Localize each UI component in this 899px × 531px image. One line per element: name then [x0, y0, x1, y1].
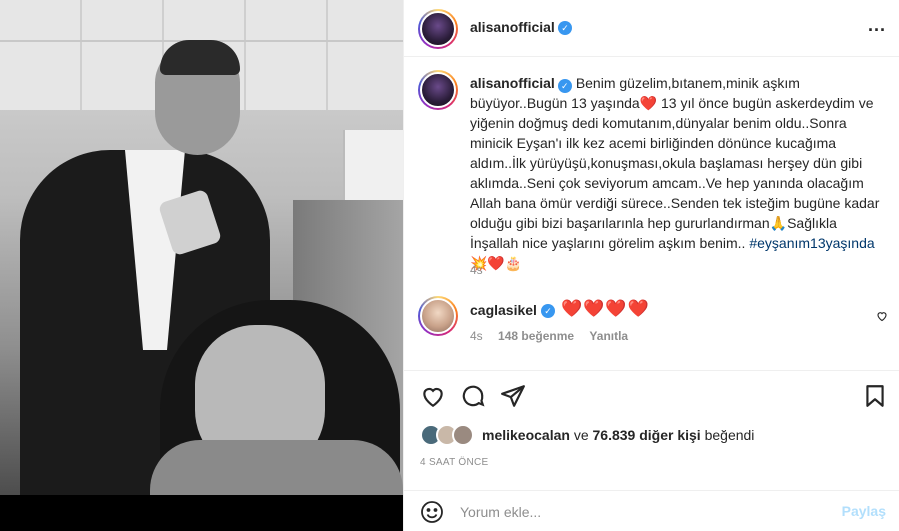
- photo-girl-shoulder: [150, 440, 403, 495]
- paper-plane-icon[interactable]: [500, 383, 526, 409]
- caption-text-part2: 13 yıl önce bugün askerdeydim ve yiğenin…: [470, 95, 880, 231]
- photo-scene: [0, 0, 403, 495]
- author-username[interactable]: alisanofficial: [470, 19, 555, 35]
- caption-time: 4s: [470, 263, 483, 277]
- verified-badge-icon: ✓: [558, 21, 572, 35]
- post-photo[interactable]: [0, 0, 403, 531]
- comment-like-heart-icon[interactable]: [876, 310, 888, 322]
- liker-avatars: [420, 424, 478, 446]
- likes-suffix: beğendi: [700, 427, 755, 443]
- first-liker-username[interactable]: melikeocalan: [482, 427, 570, 443]
- caption-pray-emoji: 🙏: [769, 215, 788, 231]
- likes-summary: melikeocalan ve 76.839 diğer kişi beğend…: [404, 420, 899, 450]
- smiley-icon[interactable]: [420, 500, 444, 524]
- post-timestamp[interactable]: 4 SAAT ÖNCE: [420, 457, 489, 468]
- comment-time: 4s: [470, 329, 483, 343]
- post-comment-button[interactable]: Paylaş: [842, 503, 886, 519]
- comment-meta: 4s 148 beğenme Yanıtla: [470, 329, 640, 343]
- comment-text: ❤️❤️❤️❤️: [561, 299, 650, 318]
- comment-row: caglasikel ✓ ❤️❤️❤️❤️ 4s 148 beğenme Yan…: [404, 290, 899, 350]
- caption-heart-emoji: ❤️: [639, 95, 658, 111]
- likes-count[interactable]: 76.839 diğer kişi: [593, 427, 701, 443]
- likes-text: melikeocalan ve 76.839 diğer kişi beğend…: [482, 427, 754, 443]
- comment-input[interactable]: [460, 500, 820, 524]
- likes-connector: ve: [569, 427, 593, 443]
- commenter-username[interactable]: caglasikel: [470, 302, 537, 318]
- verified-badge-icon: ✓: [541, 304, 555, 318]
- add-comment-bar: Paylaş: [404, 490, 899, 531]
- heart-outline-icon[interactable]: [420, 383, 446, 409]
- verified-badge-icon: ✓: [557, 79, 572, 93]
- author-avatar[interactable]: [418, 9, 458, 49]
- commenter-avatar[interactable]: [418, 296, 458, 336]
- caption-hashtag[interactable]: #eyşanım13yaşında: [749, 235, 874, 251]
- caption-author-avatar[interactable]: [418, 70, 458, 110]
- photo-air-conditioner: [343, 130, 403, 200]
- post-side-panel: alisanofficial ✓ ... alisanofficial ✓ Beni…: [403, 0, 899, 531]
- caption-username[interactable]: alisanofficial: [470, 75, 555, 91]
- caption-text: alisanofficial ✓ Benim güzelim,bıtanem,min…: [470, 73, 880, 273]
- comment-reply-button[interactable]: Yanıtla: [589, 329, 628, 343]
- caption-block: alisanofficial ✓ Benim güzelim,bıtanem,min…: [404, 58, 899, 278]
- bookmark-icon[interactable]: [862, 383, 888, 409]
- post-header: alisanofficial ✓ ...: [404, 0, 899, 57]
- photo-man-hair: [160, 40, 240, 75]
- more-options-icon[interactable]: ...: [868, 16, 886, 34]
- comment-likes-count[interactable]: 148 beğenme: [498, 329, 574, 343]
- liker-avatar[interactable]: [452, 424, 474, 446]
- comment-icon[interactable]: [460, 383, 486, 409]
- post-actions-bar: [404, 370, 899, 420]
